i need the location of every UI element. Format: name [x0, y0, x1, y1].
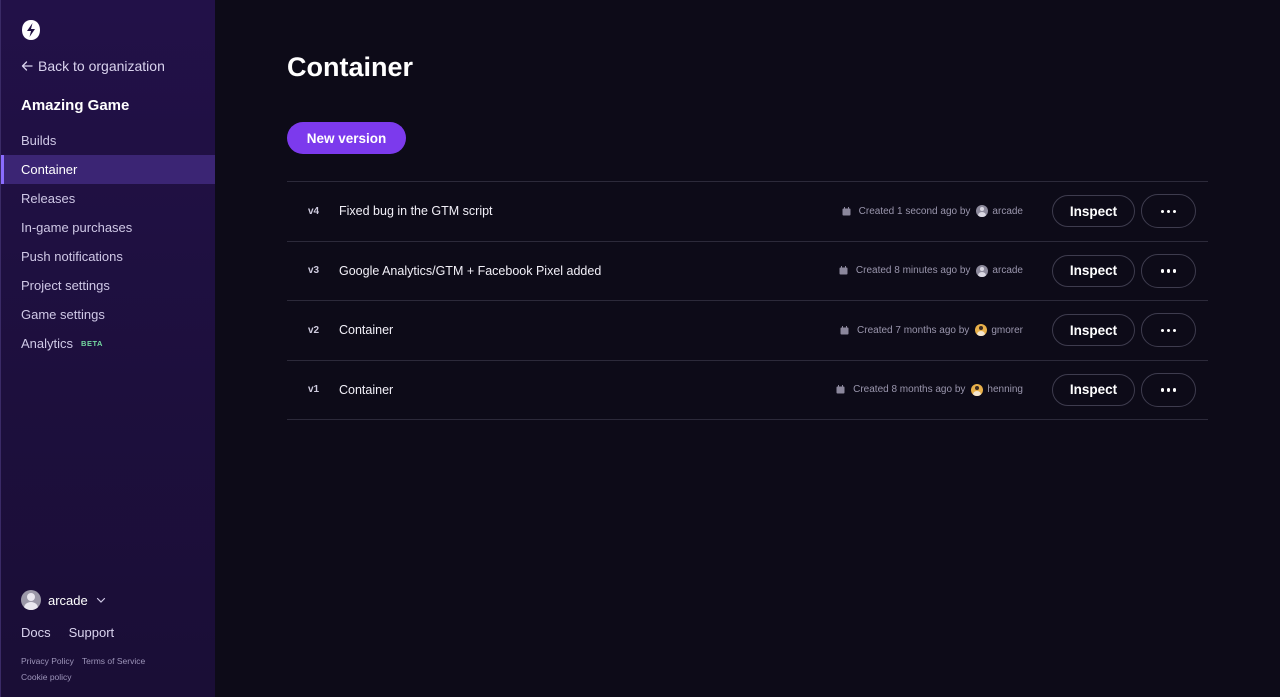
arrow-left-icon [21, 61, 33, 71]
version-label: v4 [308, 205, 320, 217]
sidebar-item-container[interactable]: Container [1, 155, 215, 184]
sidebar-item-label: Push notifications [21, 249, 123, 264]
new-version-button[interactable]: New version [287, 122, 406, 154]
version-name: Google Analytics/GTM + Facebook Pixel ad… [339, 263, 602, 278]
sidebar-item-project-settings[interactable]: Project settings [1, 271, 215, 300]
sidebar-item-label: In-game purchases [21, 220, 133, 235]
version-label: v1 [308, 384, 320, 396]
sidebar-item-releases[interactable]: Releases [1, 184, 215, 213]
user-menu[interactable]: arcade [21, 590, 106, 610]
sidebar-item-builds[interactable]: Builds [1, 126, 215, 155]
terms-of-service-link[interactable]: Terms of Service [82, 656, 145, 666]
sidebar-item-label: Game settings [21, 307, 105, 322]
project-title: Amazing Game [21, 97, 130, 114]
sidebar-item-in-game-purchases[interactable]: In-game purchases [1, 213, 215, 242]
version-name: Fixed bug in the GTM script [339, 204, 493, 219]
sidebar-nav: Builds Container Releases In-game purcha… [1, 126, 215, 358]
page-title: Container [287, 52, 414, 82]
author-avatar [976, 264, 989, 277]
inspect-button[interactable]: Inspect [1052, 314, 1135, 347]
version-row: v1 Container Created 8 months ago by hen… [287, 361, 1208, 420]
sidebar-item-game-settings[interactable]: Game settings [1, 300, 215, 329]
legal-links: Privacy Policy Terms of Service Cookie po… [21, 653, 145, 685]
version-row: v4 Fixed bug in the GTM script Created 1… [287, 182, 1208, 242]
sidebar-item-push-notifications[interactable]: Push notifications [1, 242, 215, 271]
author-avatar [971, 383, 984, 396]
more-icon [1160, 269, 1177, 273]
sidebar-item-label: Project settings [21, 278, 110, 293]
sidebar-item-label: Releases [21, 191, 76, 206]
calendar-icon [840, 325, 849, 335]
calendar-icon [842, 206, 851, 216]
author-name: gmorer [991, 324, 1023, 336]
version-meta: Created 8 months ago by henning [836, 383, 1023, 396]
back-to-organization-link[interactable]: Back to organization [21, 58, 165, 74]
author-avatar [976, 205, 989, 218]
inspect-button[interactable]: Inspect [1052, 195, 1135, 228]
author-name: henning [987, 384, 1023, 396]
version-name: Container [339, 382, 394, 397]
cookie-policy-link[interactable]: Cookie policy [21, 672, 72, 682]
beta-badge: BETA [81, 339, 103, 348]
more-icon [1160, 388, 1177, 392]
version-row: v2 Container Created 7 months ago by gmo… [287, 301, 1208, 361]
avatar [21, 590, 41, 610]
more-options-button[interactable] [1141, 313, 1196, 348]
user-name: arcade [48, 592, 88, 608]
sidebar-item-label: Container [21, 162, 78, 177]
created-text: Created 8 minutes ago by [855, 265, 971, 277]
version-row: v3 Google Analytics/GTM + Facebook Pixel… [287, 242, 1208, 301]
version-list: v4 Fixed bug in the GTM script Created 1… [287, 181, 1208, 420]
version-meta: Created 8 minutes ago by arcade [839, 264, 1023, 277]
version-label: v3 [308, 265, 320, 277]
sidebar: Back to organization Amazing Game Builds… [0, 0, 215, 697]
calendar-icon [839, 266, 848, 275]
more-options-button[interactable] [1141, 372, 1196, 407]
version-name: Container [339, 323, 394, 338]
author-avatar [975, 324, 988, 337]
sidebar-item-label: Analytics [21, 336, 74, 351]
created-text: Created 7 months ago by [857, 324, 970, 336]
inspect-button[interactable]: Inspect [1052, 254, 1135, 287]
sidebar-item-label: Builds [21, 133, 57, 148]
footer-links: Docs Support [21, 625, 114, 640]
app-logo-icon[interactable] [21, 19, 41, 41]
calendar-icon [836, 385, 845, 394]
author-name: arcade [992, 205, 1023, 217]
more-options-button[interactable] [1141, 253, 1196, 288]
more-icon [1160, 328, 1177, 332]
chevron-down-icon [96, 597, 105, 603]
created-text: Created 8 months ago by [853, 384, 966, 396]
version-label: v2 [308, 324, 320, 336]
support-link[interactable]: Support [69, 625, 115, 640]
created-text: Created 1 second ago by [858, 205, 971, 217]
privacy-policy-link[interactable]: Privacy Policy [21, 656, 74, 666]
back-link-label: Back to organization [38, 58, 165, 74]
docs-link[interactable]: Docs [21, 625, 51, 640]
more-icon [1160, 209, 1177, 213]
sidebar-item-analytics[interactable]: Analytics BETA [1, 329, 215, 358]
version-meta: Created 7 months ago by gmorer [840, 324, 1023, 337]
author-name: arcade [992, 265, 1023, 277]
inspect-button[interactable]: Inspect [1052, 373, 1135, 406]
more-options-button[interactable] [1141, 194, 1196, 229]
version-meta: Created 1 second ago by arcade [842, 205, 1023, 218]
